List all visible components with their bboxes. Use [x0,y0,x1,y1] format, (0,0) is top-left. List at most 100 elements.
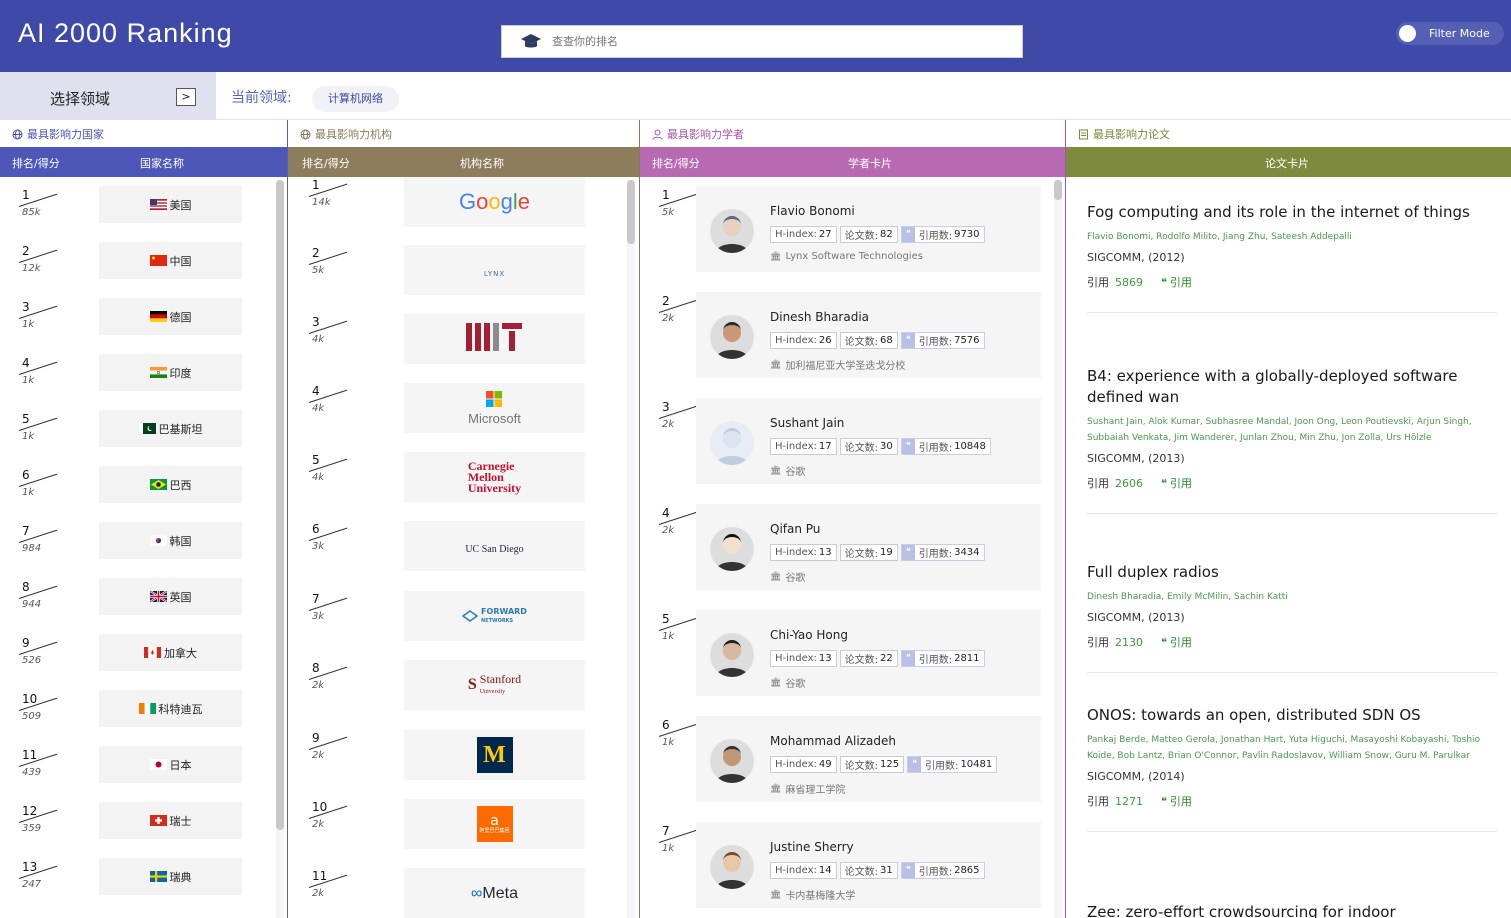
paper-title[interactable]: ONOS: towards an open, distributed SDN O… [1087,705,1497,726]
country-card[interactable]: 英国 [99,578,242,615]
institution-card[interactable]: UC San Diego [404,521,585,571]
uc-san-diego-logo: UC San Diego [465,543,524,555]
paper-authors[interactable]: Sushant Jain, Alok Kumar, Subhasree Mand… [1087,414,1497,446]
paper-title[interactable]: B4: experience with a globally-deployed … [1087,366,1497,408]
search-input[interactable] [552,26,1012,57]
paper-authors[interactable]: Dinesh Bharadia, Emily McMilin, Sachin K… [1087,589,1497,605]
country-card[interactable]: 德国 [99,298,242,335]
scholar-name[interactable]: Justine Sherry [770,840,854,854]
institution-card[interactable]: LYNX [404,245,585,295]
institution-card[interactable]: a 阿里巴巴集团 [404,799,585,849]
scholar-card[interactable]: Mohammad Alizadeh H-index: 49 论文数: 125 ❝ 引用数: 1… [696,716,1041,802]
scholar-card[interactable]: Justine Sherry H-index: 14 论文数: 31 ❝ 引用数: 2865 🏛… [696,822,1041,908]
avatar[interactable] [710,845,754,889]
avatar[interactable] [710,315,754,359]
country-list[interactable]: 1 85k 美国 2 12k 中国 3 1k 德国 4 1k 印度 5 1k 巴基斯坦 6 1k 巴西 7 984 韩国… [0,177,287,918]
scholar-name[interactable]: Chi-Yao Hong [770,628,848,642]
cites-badge: ❝ 引用数: 10848 [900,438,991,455]
paper-title[interactable]: Full duplex radios [1087,562,1497,583]
scholar-card[interactable]: Sushant Jain H-index: 17 论文数: 30 ❝ 引用数: 10848 🏛 谷… [696,398,1041,484]
paper-list[interactable]: Fog computing and its role in the intern… [1066,177,1511,918]
current-field-chip[interactable]: 计算机网络 [312,86,399,112]
country-card[interactable]: 巴西 [99,466,242,503]
paper-title[interactable]: Zee: zero-effort crowdsourcing for indoo… [1087,902,1497,918]
score-value: 1k [22,375,35,386]
institution-list[interactable]: 1 14k Google 2 5k LYNX 3 4k 4 4k Microsoft 5 4k Carne… [288,177,639,918]
hindex-badge: H-index: 13 [770,544,837,561]
institution-card[interactable] [404,314,585,364]
institution-card[interactable]: FORWARD NETWORKS [404,591,585,641]
countries-column: 最具影响力国家 排名/得分 国家名称 1 85k 美国 2 12k 中国 3 1k 德国 4 1k 印… [0,120,288,918]
avatar[interactable] [710,421,754,465]
cite-count: 5869 [1115,275,1143,289]
institution-card[interactable]: ∞Meta [404,868,585,918]
cite-link-label: 引用 [1169,477,1192,490]
scholar-card[interactable]: Qifan Pu H-index: 13 论文数: 19 ❝ 引用数: 3434 🏛 谷歌 [696,504,1041,590]
scroll-thumb[interactable] [627,180,635,244]
select-field-button[interactable]: 选择领域 > [0,72,216,120]
country-card[interactable]: 瑞典 [99,858,242,895]
country-card[interactable]: 巴基斯坦 [99,410,242,447]
scholar-institution: 🏛 麻省理工学院 [770,781,845,797]
filter-mode-toggle[interactable]: Filter Mode [1396,22,1504,45]
scholar-institution: 🏛 谷歌 [770,463,805,479]
institution-card[interactable]: Carnegie Mellon University [404,452,585,502]
scholar-name[interactable]: Dinesh Bharadia [770,310,869,324]
scholar-card[interactable]: Chi-Yao Hong H-index: 13 论文数: 22 ❝ 引用数: 2811 🏛 谷歌 [696,610,1041,696]
scholar-name[interactable]: Mohammad Alizadeh [770,734,896,748]
ch-flag-icon [149,815,167,826]
institutions-header: 排名/得分 机构名称 [288,147,639,177]
scholar-stats: H-index: 27 论文数: 82 ❝ 引用数: 9730 [770,226,985,243]
score-value: 4k [312,403,325,414]
scholar-card[interactable]: Dinesh Bharadia H-index: 26 论文数: 68 ❝ 引用数: 7576… [696,292,1041,378]
hindex-label: H-index: [775,547,817,558]
institution-card[interactable]: S Stanford University [404,660,585,710]
cite-link[interactable]: ❝ 引用 [1161,634,1192,650]
chevron-right-icon[interactable]: > [176,88,196,106]
country-card[interactable]: 瑞士 [99,802,242,839]
avatar[interactable] [710,739,754,783]
cite-link[interactable]: ❝ 引用 [1161,475,1192,491]
scholar-card[interactable]: Flavio Bonomi H-index: 27 论文数: 82 ❝ 引用数: 9730 🏛 L… [696,186,1041,272]
country-card[interactable]: 日本 [99,746,242,783]
country-card[interactable]: 韩国 [99,522,242,559]
country-card[interactable]: 印度 [99,354,242,391]
institution-scrollbar[interactable] [627,180,635,918]
scholar-name[interactable]: Qifan Pu [770,522,820,536]
paper-title[interactable]: Fog computing and its role in the intern… [1087,202,1497,223]
quote-icon: ❝ [901,227,915,242]
country-card[interactable]: 美国 [99,186,242,223]
scholar-name[interactable]: Flavio Bonomi [770,204,855,218]
scholar-name[interactable]: Sushant Jain [770,416,844,430]
institution-name: 加利福尼亚大学圣迭戈分校 [785,361,906,372]
scroll-thumb[interactable] [276,180,284,830]
rank-number: 2 [22,244,30,258]
scholar-institution: 🏛 加利福尼亚大学圣迭戈分校 [770,357,906,373]
avatar[interactable] [710,527,754,571]
avatar[interactable] [710,633,754,677]
scholar-stats: H-index: 14 论文数: 31 ❝ 引用数: 2865 [770,862,985,879]
paper-authors[interactable]: Pankaj Berde, Matteo Gerola, Jonathan Ha… [1087,732,1497,764]
scroll-thumb[interactable] [1054,180,1062,200]
search-box[interactable] [501,25,1023,58]
institution-card[interactable]: Google [404,177,585,227]
country-scrollbar[interactable] [276,180,284,918]
rank-score-header: 排名/得分 [302,157,350,170]
score-value: 85k [22,207,41,218]
graduation-cap-icon [521,34,541,48]
country-card[interactable]: 科特迪瓦 [99,690,242,727]
country-card[interactable]: 中国 [99,242,242,279]
cite-link[interactable]: ❝ 引用 [1161,274,1192,290]
scholar-scrollbar[interactable] [1054,180,1062,918]
scholar-list[interactable]: 1 5k Flavio Bonomi H-index: 27 论文数: 82 ❝ 引用数: 973… [640,177,1065,918]
score-value: 509 [22,711,42,722]
cite-link[interactable]: ❝ 引用 [1161,793,1192,809]
papers-header: 论文卡片 [1066,147,1511,177]
paper-authors[interactable]: Flavio Bonomi, Rodolfo Milito, Jiang Zhu… [1087,229,1497,245]
avatar[interactable] [710,209,754,253]
country-card[interactable]: 加拿大 [99,634,242,671]
hindex-value: 17 [818,441,832,452]
institution-card[interactable]: M [404,730,585,780]
country-name: 美国 [169,198,192,212]
institution-card[interactable]: Microsoft [404,383,585,433]
